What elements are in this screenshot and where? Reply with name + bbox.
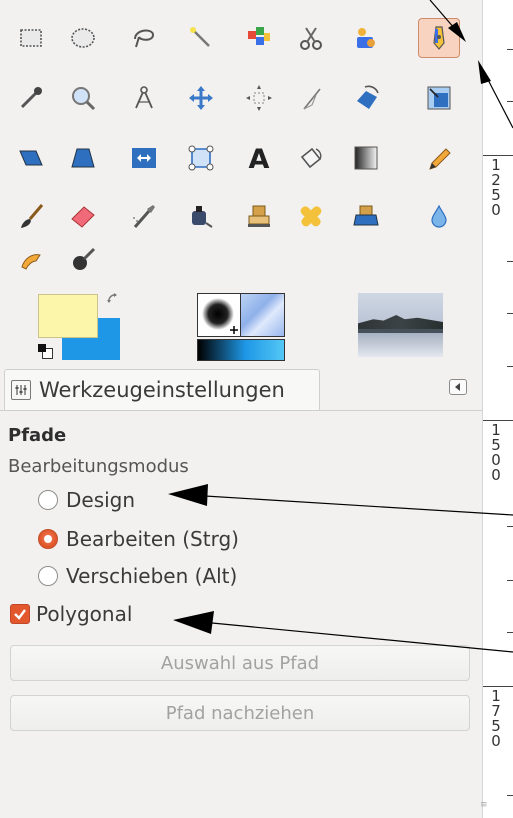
- polygonal-label: Polygonal: [36, 602, 133, 626]
- tool-options-icon: [11, 380, 31, 400]
- perspective-clone-icon[interactable]: [345, 196, 387, 236]
- color-picker-icon[interactable]: [10, 78, 52, 118]
- svg-text:A: A: [249, 144, 270, 173]
- selection-from-path-button[interactable]: Auswahl aus Pfad: [10, 645, 470, 681]
- select-by-color-icon[interactable]: [238, 18, 280, 58]
- scissors-select-icon[interactable]: [290, 18, 332, 58]
- crop-icon[interactable]: [290, 78, 332, 118]
- ellipse-select-icon[interactable]: [62, 18, 104, 58]
- radio-button[interactable]: [38, 490, 58, 510]
- blur-icon[interactable]: [418, 196, 460, 236]
- paths-tool-icon[interactable]: [418, 18, 460, 58]
- clone-icon[interactable]: [238, 196, 280, 236]
- radio-design[interactable]: Design: [38, 485, 135, 515]
- ruler-label-1500: 1 5 0 0: [491, 421, 501, 484]
- zoom-icon[interactable]: [62, 78, 104, 118]
- eraser-icon[interactable]: [62, 196, 104, 236]
- radio-button[interactable]: [38, 566, 58, 586]
- tab-label: Werkzeugeinstellungen: [39, 378, 285, 402]
- align-icon[interactable]: [238, 78, 280, 118]
- brush-preview[interactable]: [197, 293, 241, 337]
- smudge-icon[interactable]: [10, 240, 52, 280]
- polygonal-checkbox-row[interactable]: Polygonal: [10, 599, 132, 629]
- color-area[interactable]: [36, 292, 128, 360]
- flip-icon[interactable]: [123, 138, 165, 178]
- tab-divider: [0, 410, 482, 411]
- cage-icon[interactable]: [180, 138, 222, 178]
- heal-icon[interactable]: [290, 196, 332, 236]
- default-colors-icon[interactable]: [36, 342, 53, 359]
- gradient-preview[interactable]: [197, 339, 285, 361]
- radio-label: Design: [66, 488, 136, 512]
- perspective-icon[interactable]: [62, 138, 104, 178]
- bucket-fill-icon[interactable]: [290, 138, 332, 178]
- tool-options-tabbar: Werkzeugeinstellungen: [0, 369, 482, 411]
- dodge-burn-icon[interactable]: [62, 240, 104, 280]
- scale-icon[interactable]: [418, 78, 460, 118]
- image-thumbnail[interactable]: [358, 293, 443, 357]
- vertical-ruler[interactable]: 1 2 5 0 1 5 0 0 1 7 5 0: [482, 0, 513, 818]
- paintbrush-icon[interactable]: [10, 196, 52, 236]
- foreground-select-icon[interactable]: [345, 18, 387, 58]
- ruler-label-1750: 1 7 5 0: [491, 687, 501, 750]
- radio-edit[interactable]: Bearbeiten (Strg): [38, 524, 239, 554]
- radio-move[interactable]: Verschieben (Alt): [38, 561, 237, 591]
- fuzzy-select-icon[interactable]: [180, 18, 222, 58]
- radio-label: Bearbeiten (Strg): [66, 527, 239, 551]
- foreground-color-swatch[interactable]: [38, 294, 98, 338]
- radio-button-selected[interactable]: [38, 529, 58, 549]
- resize-grip[interactable]: ≡: [480, 800, 488, 810]
- polygonal-checkbox[interactable]: [10, 604, 30, 624]
- move-icon[interactable]: [180, 78, 222, 118]
- free-select-icon[interactable]: [123, 18, 165, 58]
- pencil-icon[interactable]: [418, 138, 460, 178]
- tool-options-title: Pfade: [8, 425, 67, 446]
- measure-icon[interactable]: [123, 78, 165, 118]
- tab-menu-button[interactable]: [449, 379, 467, 395]
- rect-select-icon[interactable]: [10, 18, 52, 58]
- stroke-path-button[interactable]: Pfad nachziehen: [10, 695, 470, 731]
- edit-mode-label: Bearbeitungsmodus: [8, 456, 189, 477]
- airbrush-icon[interactable]: [123, 196, 165, 236]
- rotate-icon[interactable]: [345, 78, 387, 118]
- text-icon[interactable]: A: [238, 138, 280, 178]
- swap-colors-icon[interactable]: [106, 292, 122, 308]
- radio-label: Verschieben (Alt): [66, 564, 238, 588]
- ink-icon[interactable]: [180, 196, 222, 236]
- shear-icon[interactable]: [10, 138, 52, 178]
- tab-tool-options[interactable]: Werkzeugeinstellungen: [4, 369, 320, 410]
- toolbox-panel: A Werkzeugeinstellungen Pfade Bearbeitun…: [0, 0, 482, 818]
- pattern-preview[interactable]: [240, 293, 285, 337]
- ruler-label-1250: 1 2 5 0: [491, 156, 501, 219]
- blend-icon[interactable]: [345, 138, 387, 178]
